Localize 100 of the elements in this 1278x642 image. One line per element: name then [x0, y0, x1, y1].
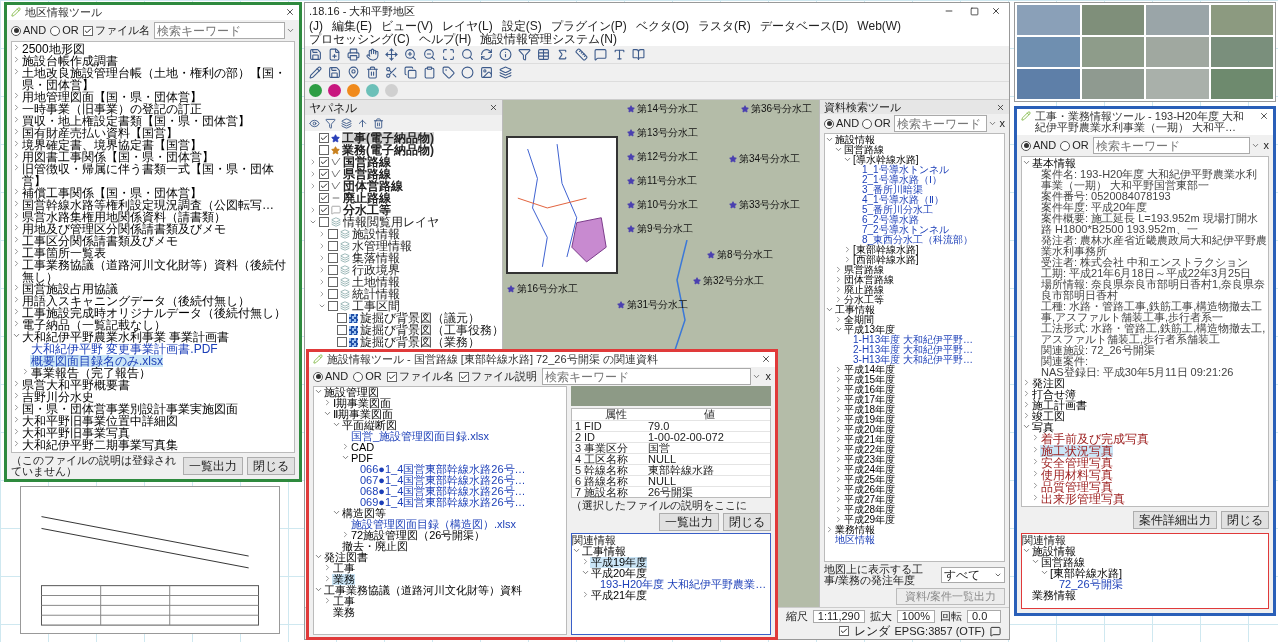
- collapse-caret-icon[interactable]: [318, 302, 326, 310]
- radio-button[interactable]: [11, 25, 21, 36]
- tree-item[interactable]: NAS登録日: 平成30年5月11日 09:21:26: [1040, 367, 1234, 378]
- tree-item[interactable]: 2500地形図: [21, 43, 85, 55]
- expand-caret-icon[interactable]: [581, 557, 590, 566]
- tree-item[interactable]: 平成28年度: [843, 505, 896, 515]
- tree-item[interactable]: 平成24年度: [843, 465, 896, 475]
- star-marker-icon[interactable]: [617, 301, 625, 309]
- tree-item[interactable]: 撤去・廃止図: [341, 541, 408, 552]
- collapse-caret-icon[interactable]: [834, 145, 843, 154]
- star-marker-icon[interactable]: [707, 251, 715, 259]
- collapse-caret-icon[interactable]: [581, 568, 590, 577]
- tree-item[interactable]: 大和平野旧事業位置中詳細図: [21, 415, 178, 427]
- collapse-caret-icon[interactable]: [309, 218, 317, 226]
- expand-caret-icon[interactable]: [834, 375, 843, 384]
- tree-item[interactable]: 平成15年度: [843, 375, 896, 385]
- tree-item[interactable]: 066●1_4国営東部幹線水路26号…: [359, 464, 526, 475]
- layer-name[interactable]: 分水工等: [343, 204, 391, 216]
- collapse-caret-icon[interactable]: [314, 585, 323, 594]
- collapse-caret-icon[interactable]: [341, 453, 350, 462]
- menu-item[interactable]: ラスタ(R): [698, 20, 751, 32]
- layer-name[interactable]: 工事区間: [352, 300, 400, 312]
- expand-caret-icon[interactable]: [1031, 445, 1040, 454]
- collapse-caret-icon[interactable]: [1031, 557, 1040, 566]
- layer-name[interactable]: 旋掘び背景図（業務）: [360, 336, 480, 348]
- tree-item[interactable]: 068●1_4国営東部幹線水路26号…: [359, 486, 526, 497]
- checkbox[interactable]: [319, 181, 329, 191]
- tree-item[interactable]: 大和平野旧事業写真: [21, 427, 130, 439]
- expand-caret-icon[interactable]: [834, 405, 843, 414]
- expand-caret-icon[interactable]: [581, 590, 590, 599]
- dropdown-caret-icon[interactable]: [286, 26, 295, 35]
- tree-item[interactable]: 業務: [332, 574, 355, 585]
- checkbox[interactable]: [337, 313, 347, 323]
- tree-item[interactable]: 竣工図: [1031, 411, 1065, 422]
- tree-item[interactable]: 平成16年度: [843, 385, 896, 395]
- tree-item[interactable]: 旧管徴収・帰属に伴う書類一式【国・県・団体営】: [21, 163, 294, 187]
- tree-item[interactable]: 069●1_4国営東部幹線水路26号…: [359, 497, 526, 508]
- expand-caret-icon[interactable]: [12, 67, 21, 76]
- tree-item[interactable]: 県営路線: [843, 265, 884, 275]
- collapse-caret-icon[interactable]: [825, 305, 834, 314]
- expand-caret-icon[interactable]: [318, 242, 326, 250]
- dialog-button[interactable]: 閉じる: [247, 457, 295, 475]
- close-icon[interactable]: [489, 103, 498, 112]
- close-icon[interactable]: [285, 7, 295, 17]
- star-marker-icon[interactable]: [507, 285, 515, 293]
- tree-item[interactable]: 案件概要: 施工延長 L=193.952m 現場打開水路 H1800*B2500 193.952m、一: [1040, 213, 1268, 235]
- tree-item[interactable]: 施設管理図面目録（構造図）.xlsx: [350, 519, 516, 530]
- search-field[interactable]: 検索キーワード: [1092, 137, 1250, 154]
- layers-icon[interactable]: [341, 117, 352, 129]
- tree-item[interactable]: Ⅱ期事業図面: [332, 409, 393, 420]
- collapse-caret-icon[interactable]: [1040, 568, 1049, 577]
- dropdown-caret-icon[interactable]: [987, 119, 997, 128]
- collapse-caret-icon[interactable]: [572, 546, 581, 555]
- menu-item[interactable]: 設定(S): [501, 20, 542, 32]
- tree-item[interactable]: 使用材料写真: [1040, 469, 1113, 481]
- layer-name[interactable]: 情報閲覧用レイヤ: [343, 216, 439, 228]
- expand-caret-icon[interactable]: [834, 415, 843, 424]
- star-marker-icon[interactable]: [627, 225, 635, 233]
- star-marker-icon[interactable]: [729, 201, 737, 209]
- expand-caret-icon[interactable]: [323, 574, 332, 583]
- tree-item[interactable]: 工事: [332, 563, 355, 574]
- text-icon[interactable]: [613, 48, 626, 61]
- checkbox[interactable]: [319, 193, 329, 203]
- checkbox[interactable]: [328, 301, 338, 311]
- checkbox[interactable]: [328, 229, 338, 239]
- tree-item[interactable]: 打合せ簿: [1031, 389, 1076, 400]
- close-icon[interactable]: [991, 6, 1001, 16]
- tree-item[interactable]: 平成29年度: [843, 515, 896, 525]
- expand-caret-icon[interactable]: [843, 255, 852, 264]
- tree-item[interactable]: 国営路線: [1040, 557, 1085, 568]
- tree-item[interactable]: 72施設管理図（26号開渠）: [350, 530, 486, 541]
- expand-caret-icon[interactable]: [834, 495, 843, 504]
- tree-item[interactable]: 境界確定書、境界協定書【国営】: [21, 139, 202, 151]
- layer-name[interactable]: 業務(電子納品物): [342, 144, 434, 156]
- layer-name[interactable]: 旋掘び背景図（工事役務）: [360, 324, 504, 336]
- full-extent-icon[interactable]: [442, 48, 455, 61]
- layer-name[interactable]: 県営路線: [343, 168, 391, 180]
- collapse-caret-icon[interactable]: [843, 155, 852, 164]
- tree-item[interactable]: 事業報告（完了報告）: [30, 367, 151, 379]
- tree-item[interactable]: 平成20年度: [590, 568, 648, 579]
- checkbox[interactable]: [337, 325, 347, 335]
- layer-name[interactable]: 統計情報: [352, 288, 400, 300]
- expand-caret-icon[interactable]: [12, 211, 21, 220]
- expand-caret-icon[interactable]: [834, 395, 843, 404]
- dropdown-caret-icon[interactable]: [1250, 141, 1260, 150]
- expand-caret-icon[interactable]: [834, 285, 843, 294]
- filter-icon[interactable]: [325, 117, 336, 129]
- info-icon[interactable]: [499, 48, 512, 61]
- expand-caret-icon[interactable]: [843, 245, 852, 254]
- tree-item[interactable]: 場所情報: 奈良県奈良市部明日香村1,奈良県奈良市部明日香村: [1040, 279, 1268, 301]
- expand-caret-icon[interactable]: [12, 103, 21, 112]
- tree-item[interactable]: 平成18年度: [843, 405, 896, 415]
- tree-item[interactable]: 2_1号導水路（Ⅰ）: [861, 175, 942, 185]
- expand-caret-icon[interactable]: [834, 475, 843, 484]
- tree-item[interactable]: 案件番号: 0520084078193: [1040, 191, 1171, 202]
- tree-item[interactable]: 施設管理図: [323, 387, 379, 398]
- dropdown-caret-icon[interactable]: [994, 571, 1002, 579]
- dialog-button[interactable]: 案件詳細出力: [1133, 511, 1217, 529]
- tree-item[interactable]: 地区情報: [834, 535, 875, 545]
- tree-item[interactable]: 関連施設: 72_26号開渠: [1040, 345, 1155, 356]
